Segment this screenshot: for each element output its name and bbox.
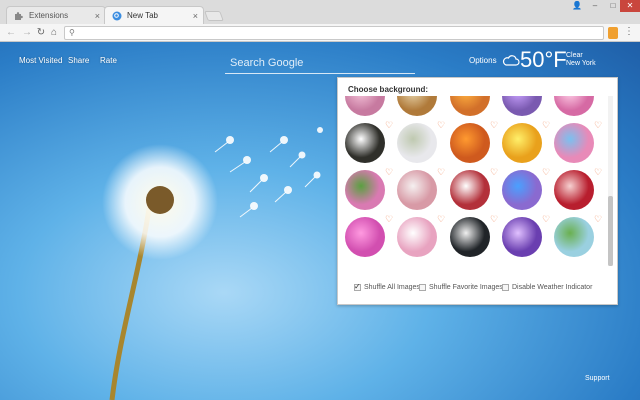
disable-weather-checkbox[interactable] (502, 284, 509, 291)
favorite-heart-icon[interactable]: ♡ (437, 121, 445, 130)
new-tab-page: Most Visited Share Rate Options 50°F Cle… (0, 42, 640, 400)
new-tab-button[interactable] (204, 11, 224, 21)
background-thumbnail[interactable] (554, 96, 594, 116)
disable-weather-toggle[interactable]: Disable Weather Indicator (502, 284, 592, 291)
new-tab-favicon-icon (112, 11, 122, 21)
background-thumbnail[interactable] (397, 170, 437, 210)
favorite-heart-icon[interactable]: ♡ (385, 121, 393, 130)
favorite-heart-icon[interactable]: ♡ (437, 168, 445, 177)
background-thumbnail[interactable] (502, 170, 542, 210)
temperature: 50°F (520, 47, 567, 72)
background-thumbnail[interactable] (345, 217, 385, 257)
rate-link[interactable]: Rate (100, 56, 117, 65)
menu-icon[interactable]: ⋮ (624, 26, 634, 37)
tab-label: New Tab (127, 11, 158, 20)
minimize-button[interactable]: – (586, 0, 604, 12)
tab-label: Extensions (29, 11, 69, 20)
favorite-heart-icon[interactable]: ♡ (542, 121, 550, 130)
background-thumbnail[interactable] (450, 170, 490, 210)
favorite-heart-icon[interactable]: ♡ (594, 168, 602, 177)
profile-icon[interactable]: 👤 (568, 0, 586, 12)
favorite-heart-icon[interactable]: ♡ (490, 215, 498, 224)
shuffle-favorites-toggle[interactable]: Shuffle Favorite Images (419, 284, 503, 291)
favorite-heart-icon[interactable]: ♡ (385, 215, 393, 224)
scrollbar-thumb[interactable] (608, 196, 613, 266)
background-thumbnail[interactable] (450, 217, 490, 257)
extension-icon[interactable] (608, 27, 618, 39)
background-chooser-panel: Choose background: ♡ ♡ ♡ ♡ ♡ ♡ ♡ ♡ ♡ ♡ ♡ ♡ ♡ ♡ ♡ Shuff… (337, 77, 618, 305)
background-thumbnail[interactable] (554, 170, 594, 210)
search-input[interactable] (225, 52, 415, 73)
home-button[interactable]: ⌂ (48, 27, 60, 39)
option-label: Shuffle All Images (364, 284, 420, 291)
puzzle-icon (15, 12, 23, 20)
favorite-heart-icon[interactable]: ♡ (385, 168, 393, 177)
share-link[interactable]: Share (68, 56, 89, 65)
support-link[interactable]: Support (585, 375, 610, 382)
tab-strip: Extensions × New Tab × 👤 – □ ✕ (0, 0, 640, 24)
most-visited-link[interactable]: Most Visited (19, 56, 62, 65)
reload-button[interactable]: ↻ (35, 27, 47, 39)
tab-new-tab[interactable]: New Tab × (104, 6, 204, 24)
tab-extensions[interactable]: Extensions × (6, 6, 106, 24)
background-thumbnail[interactable] (450, 96, 490, 116)
favorite-heart-icon[interactable]: ♡ (437, 215, 445, 224)
background-thumbnail[interactable] (397, 217, 437, 257)
background-thumbnail[interactable] (554, 123, 594, 163)
scrollbar[interactable] (608, 96, 613, 266)
close-tab-icon[interactable]: × (193, 7, 198, 25)
favorite-heart-icon[interactable]: ♡ (542, 215, 550, 224)
background-thumbnail[interactable] (450, 123, 490, 163)
background-thumbnail[interactable] (397, 96, 437, 116)
favorite-heart-icon[interactable]: ♡ (594, 215, 602, 224)
close-tab-icon[interactable]: × (95, 7, 100, 25)
shuffle-all-toggle[interactable]: Shuffle All Images (354, 282, 420, 291)
favorite-heart-icon[interactable]: ♡ (542, 168, 550, 177)
forward-button[interactable]: → (21, 27, 33, 39)
background-thumbnail[interactable] (502, 217, 542, 257)
background-thumbnail[interactable] (397, 123, 437, 163)
option-label: Disable Weather Indicator (512, 284, 593, 291)
panel-title: Choose background: (348, 85, 429, 94)
address-bar[interactable]: ⚲ (64, 26, 604, 40)
shuffle-favorites-checkbox[interactable] (419, 284, 426, 291)
background-thumbnail[interactable] (554, 217, 594, 257)
search-icon: ⚲ (69, 28, 75, 37)
close-window-button[interactable]: ✕ (620, 0, 640, 12)
weather-city: New York (566, 60, 596, 67)
background-thumbnail[interactable] (502, 96, 542, 116)
weather-condition: Clear (566, 52, 583, 59)
background-thumbnail[interactable] (345, 123, 385, 163)
options-link[interactable]: Options (469, 56, 497, 65)
favorite-heart-icon[interactable]: ♡ (490, 168, 498, 177)
background-thumbnail[interactable] (345, 170, 385, 210)
option-label: Shuffle Favorite Images (429, 284, 503, 291)
favorite-heart-icon[interactable]: ♡ (594, 121, 602, 130)
favorite-heart-icon[interactable]: ♡ (490, 121, 498, 130)
dandelion-background-image (102, 127, 323, 400)
background-thumbnail[interactable] (345, 96, 385, 116)
cloud-icon (502, 55, 520, 66)
browser-toolbar: ← → ↻ ⌂ ⚲ ⋮ (0, 24, 640, 42)
shuffle-all-checkbox[interactable] (354, 282, 361, 291)
back-button[interactable]: ← (5, 27, 17, 39)
background-thumbnail[interactable] (502, 123, 542, 163)
search-box (225, 52, 415, 74)
